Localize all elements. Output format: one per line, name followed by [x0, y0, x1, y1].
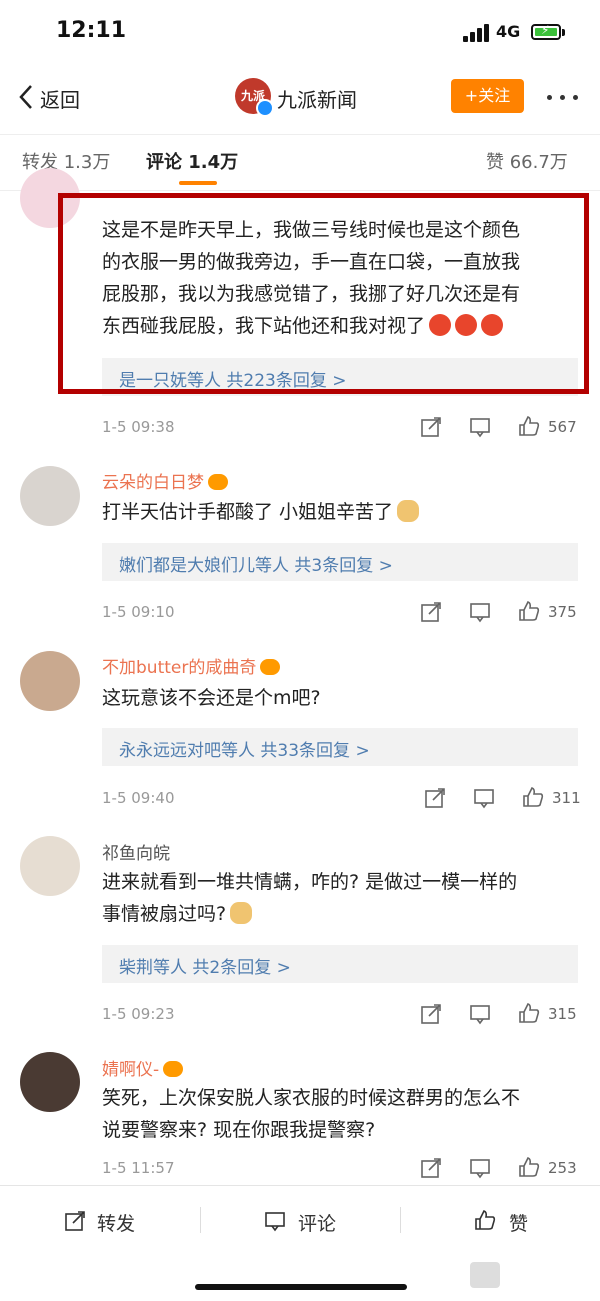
reply-summary[interactable]: 柴荆等人 共2条回复 > — [102, 945, 578, 983]
comment-icon[interactable] — [473, 787, 495, 809]
share-icon[interactable] — [420, 416, 442, 438]
page-title[interactable]: 九派新闻 — [277, 84, 357, 113]
network-type: 4G — [496, 22, 521, 41]
comment-button[interactable]: 评论 — [298, 1209, 336, 1236]
comment-text: 笑死，上次保安脱人家衣服的时候这群男的怎么不 说要警察来? 现在你跟我提警察? — [102, 1087, 521, 1141]
doge-emoji-icon — [230, 902, 253, 924]
comment-icon[interactable] — [264, 1210, 286, 1232]
divider — [0, 190, 600, 191]
tab-indicator — [179, 181, 217, 185]
back-button[interactable]: 返回 — [40, 84, 80, 113]
tab-comment[interactable]: 评论 1.4万 — [146, 148, 238, 174]
repost-button[interactable]: 转发 — [97, 1209, 135, 1236]
share-icon[interactable] — [420, 601, 442, 623]
battery-icon: ⚡ — [531, 23, 561, 40]
watermark-logo — [470, 1262, 500, 1288]
comment-icon[interactable] — [469, 1157, 491, 1179]
doge-emoji-icon — [397, 500, 420, 522]
like-count: 375 — [548, 603, 577, 621]
repost-icon[interactable] — [64, 1210, 86, 1232]
tab-repost[interactable]: 转发 1.3万 — [22, 148, 110, 174]
comment-user[interactable]: 婧啊仪- — [102, 1055, 184, 1080]
reply-summary[interactable]: 嫩们都是大娘们儿等人 共3条回复 > — [102, 543, 578, 581]
comment-time: 1-5 09:38 — [102, 418, 175, 436]
comment-text: 打半天估计手都酸了 小姐姐辛苦了 — [102, 496, 586, 528]
comment-icon[interactable] — [469, 1003, 491, 1025]
like-icon[interactable] — [518, 600, 540, 622]
like-count: 311 — [552, 789, 581, 807]
comment-icon[interactable] — [469, 416, 491, 438]
avatar[interactable] — [20, 466, 80, 526]
divider — [0, 134, 600, 135]
account-avatar[interactable]: 九派 — [235, 78, 274, 117]
highlight-box — [58, 193, 589, 394]
comment-time: 1-5 11:57 — [102, 1159, 175, 1177]
comment-user[interactable]: 云朵的白日梦 — [102, 468, 228, 493]
vip-icon — [163, 1061, 184, 1077]
divider — [200, 1207, 201, 1233]
vip-icon — [208, 474, 228, 490]
like-button[interactable]: 赞 — [509, 1209, 528, 1236]
comment-user[interactable]: 祁鱼向皖 — [102, 839, 170, 864]
avatar[interactable] — [20, 836, 80, 896]
vip-icon — [260, 659, 281, 675]
battery-tip — [562, 29, 565, 36]
home-indicator[interactable] — [195, 1284, 407, 1290]
share-icon[interactable] — [420, 1157, 442, 1179]
verified-icon — [256, 99, 274, 117]
share-icon[interactable] — [424, 787, 446, 809]
comment-time: 1-5 09:40 — [102, 789, 175, 807]
like-icon[interactable] — [474, 1209, 496, 1231]
like-count: 253 — [548, 1159, 577, 1177]
comment-user[interactable]: 不加butter的咸曲奇 — [102, 653, 281, 678]
back-icon[interactable] — [16, 84, 38, 110]
like-icon[interactable] — [518, 1002, 540, 1024]
comment-text: 这玩意该不会还是个m吧? — [102, 687, 321, 709]
avatar[interactable] — [20, 651, 80, 711]
avatar[interactable] — [20, 1052, 80, 1112]
like-icon[interactable] — [522, 786, 544, 808]
divider — [0, 1185, 600, 1186]
like-count: 567 — [548, 418, 577, 436]
tab-like[interactable]: 赞 66.7万 — [486, 148, 568, 174]
comment-icon[interactable] — [469, 601, 491, 623]
status-time: 12:11 — [56, 18, 127, 43]
signal-icon — [463, 24, 491, 42]
like-icon[interactable] — [518, 415, 540, 437]
follow-button[interactable]: +关注 — [451, 79, 524, 113]
reply-summary[interactable]: 永永远远对吧等人 共33条回复 > — [102, 728, 578, 766]
more-icon[interactable] — [545, 95, 581, 101]
like-icon[interactable] — [518, 1156, 540, 1178]
comment-time: 1-5 09:23 — [102, 1005, 175, 1023]
divider — [400, 1207, 401, 1233]
comment-time: 1-5 09:10 — [102, 603, 175, 621]
share-icon[interactable] — [420, 1003, 442, 1025]
comment-text: 进来就看到一堆共情螨，咋的? 是做过一模一样的 事情被扇过吗? — [102, 871, 518, 925]
like-count: 315 — [548, 1005, 577, 1023]
